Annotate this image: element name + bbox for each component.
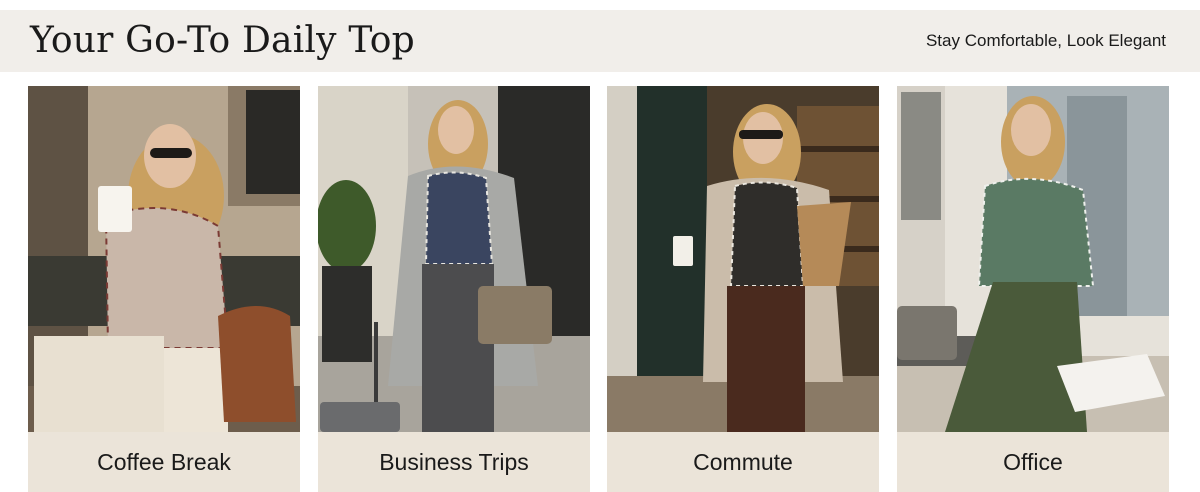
caption-commute: Commute	[607, 432, 879, 492]
business-trips-photo[interactable]	[318, 86, 590, 432]
coffee-break-photo[interactable]	[28, 86, 300, 432]
scenario-card-commute[interactable]: Commute	[607, 86, 879, 492]
scenario-card-office[interactable]: Office	[897, 86, 1169, 492]
scenario-card-business-trips[interactable]: Business Trips	[318, 86, 590, 492]
caption-coffee-break: Coffee Break	[28, 432, 300, 492]
caption-office: Office	[897, 432, 1169, 492]
commute-photo[interactable]	[607, 86, 879, 432]
scenario-card-coffee-break[interactable]: Coffee Break	[28, 86, 300, 492]
page-title: Your Go-To Daily Top	[30, 20, 415, 61]
office-photo[interactable]	[897, 86, 1169, 432]
tagline: Stay Comfortable, Look Elegant	[925, 31, 1166, 50]
header-banner: Your Go-To Daily Top Stay Comfortable, L…	[0, 10, 1200, 72]
caption-business-trips: Business Trips	[318, 432, 590, 492]
